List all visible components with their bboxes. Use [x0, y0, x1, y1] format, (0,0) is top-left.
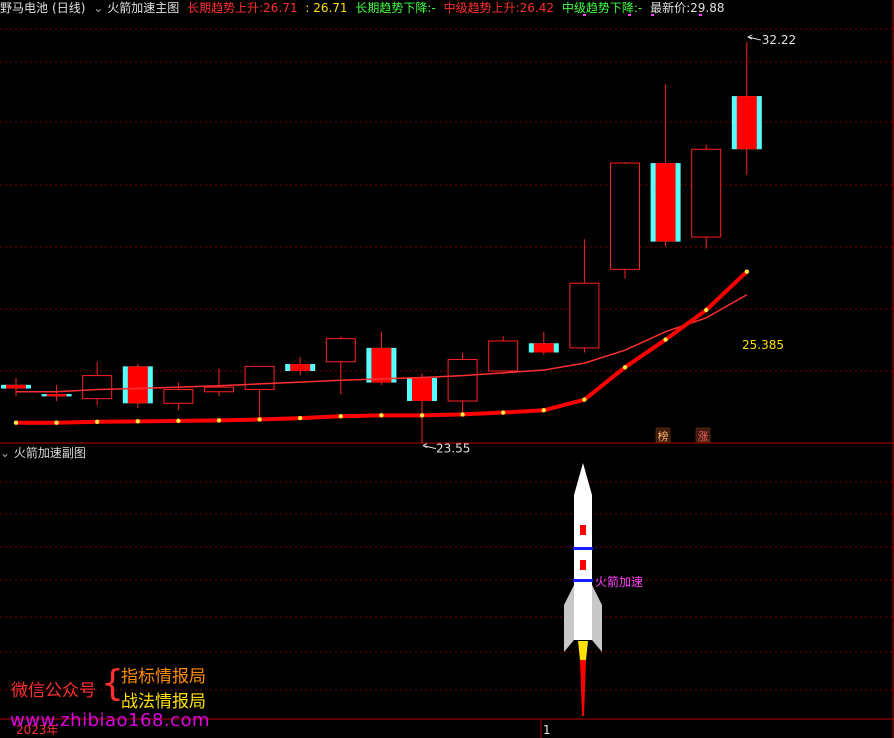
ma-dot	[622, 365, 628, 370]
low-price-label: 23.55	[436, 442, 470, 456]
main-chart: 32.2223.5525.385榜 涨火箭加速2023年 1	[0, 0, 894, 738]
low-arrow	[422, 443, 437, 450]
candle-body	[610, 162, 640, 270]
candle	[650, 84, 681, 247]
ma-dot	[460, 412, 465, 417]
candle	[447, 352, 478, 413]
ma-dot	[95, 419, 100, 424]
candle-body	[371, 347, 392, 383]
candle	[407, 373, 437, 443]
ma-dot	[501, 410, 506, 415]
watermark-url: www.zhibiao168.com	[10, 710, 211, 731]
candle	[122, 364, 153, 408]
sub-collapse-icon[interactable]: ⌄	[0, 446, 10, 460]
rocket-window	[580, 560, 586, 570]
long-up-value2: : 26.71	[305, 1, 348, 15]
rocket-label: 火箭加速	[595, 574, 643, 589]
ma-dot	[744, 269, 749, 274]
candle-body	[736, 96, 757, 150]
main-chart-header: 野马电池 (日线) ⌄ 火箭加速主图 长期趋势上升:26.71 : 26.71 长期…	[0, 0, 728, 16]
long-up-value: 26.71	[263, 1, 298, 15]
candle	[569, 239, 600, 353]
ma-dot	[257, 417, 262, 422]
latest-price-value: 29.88	[690, 1, 725, 15]
ma-dot	[13, 420, 19, 425]
long-up-label: 长期趋势上升:	[187, 1, 264, 15]
long-down-label: 长期趋势下降:	[355, 1, 432, 15]
rocket-icon	[564, 463, 602, 716]
badge-rank: 榜	[658, 429, 669, 443]
high-arrow	[747, 34, 761, 41]
collapse-icon[interactable]: ⌄	[93, 1, 103, 15]
candle-body	[691, 148, 722, 238]
rocket-flame-red	[580, 660, 586, 716]
candle-body	[290, 364, 311, 371]
ma-dot	[135, 419, 140, 424]
candle	[204, 368, 234, 397]
candle	[1, 377, 31, 397]
mid-up-value: 26.42	[519, 1, 555, 15]
ma-dot	[338, 414, 343, 419]
ma-dot	[663, 337, 668, 342]
mid-up-label: 中级趋势上升:	[443, 1, 520, 15]
rocket-window	[580, 525, 586, 535]
ma-dot	[704, 307, 709, 313]
rocket-flame-yellow	[578, 641, 588, 660]
candle-body	[6, 384, 26, 389]
candle-body	[46, 394, 67, 397]
candle	[610, 162, 640, 279]
wechat-label: 微信公众号	[11, 681, 96, 701]
candle	[366, 331, 397, 385]
ma-dot	[541, 408, 546, 413]
sub-indicator-name[interactable]: 火箭加速副图	[14, 446, 86, 460]
mid-down-value: -	[637, 1, 643, 15]
candle	[325, 336, 356, 395]
candle	[488, 336, 519, 372]
high-price-label: 32.22	[762, 33, 796, 47]
rocket-band	[573, 547, 593, 550]
ma-dot	[54, 420, 59, 425]
watermark-line2: 战法情报局	[121, 692, 206, 712]
ma-dot	[582, 397, 587, 402]
badge-up: 涨	[698, 430, 709, 443]
candle-body	[204, 386, 234, 393]
ma-value-label: 25.385	[742, 338, 784, 352]
candle-body	[447, 358, 478, 402]
candle	[528, 331, 559, 355]
candle-body	[82, 375, 113, 400]
candle	[41, 384, 72, 402]
ma-dot	[379, 413, 384, 418]
candle	[285, 357, 316, 376]
rocket-band	[573, 579, 593, 582]
main-indicator-name[interactable]: 火箭加速主图	[107, 1, 179, 15]
ma-dot	[419, 413, 425, 418]
candle-body	[244, 365, 275, 390]
rocket-fin-right	[592, 585, 602, 652]
candle-body	[569, 282, 600, 349]
mid-down-label: 中级趋势下降:	[561, 1, 638, 15]
period-label[interactable]: (日线)	[52, 1, 85, 15]
candle-body	[412, 377, 432, 402]
candle-body	[325, 338, 356, 363]
rocket-fin-left	[564, 585, 574, 652]
ma-dot	[176, 418, 181, 424]
ma-dot	[298, 415, 303, 421]
candle-body	[533, 343, 554, 353]
ma-dot	[216, 418, 222, 423]
time-axis-marker: 1	[543, 723, 551, 737]
candle-body	[655, 163, 676, 242]
candle	[691, 144, 722, 249]
candle	[244, 365, 275, 418]
candle-body	[127, 366, 148, 404]
stock-name[interactable]: 野马电池	[0, 1, 48, 15]
candle-body	[163, 388, 194, 404]
candle	[82, 361, 113, 406]
candle-body	[488, 340, 519, 372]
sub-chart-header: ⌄ 火箭加速副图	[0, 445, 86, 461]
watermark-line1: 指标情报局	[121, 667, 206, 687]
rocket-lower-body	[574, 595, 592, 640]
latest-price-label: 最新价:	[650, 1, 691, 15]
long-down-value: -	[431, 1, 436, 15]
